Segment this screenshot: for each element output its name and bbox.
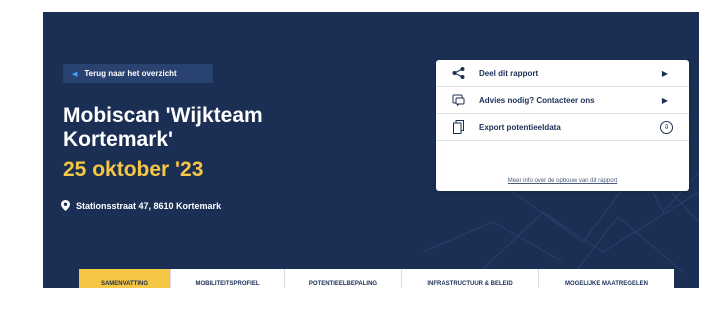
tab-potentieelbepaling[interactable]: POTENTIEELBEPALING xyxy=(285,269,402,288)
chevron-left-icon: ◀ xyxy=(72,70,78,78)
contact-advice-label: Advies nodig? Contacteer ons xyxy=(479,95,595,105)
share-icon xyxy=(451,66,465,80)
export-data-label: Export potentieeldata xyxy=(479,122,561,132)
address-text: Stationsstraat 47, 8610 Kortemark xyxy=(76,200,222,211)
page-title: Mobiscan 'Wijkteam Kortemark' xyxy=(63,104,263,151)
contact-advice-item[interactable]: Advies nodig? Contacteer ons ▶ xyxy=(436,87,689,114)
address: Stationsstraat 47, 8610 Kortemark xyxy=(61,200,221,211)
report-tabs: SAMENVATTING MOBILITEITSPROFIEL POTENTIE… xyxy=(79,269,674,288)
play-arrow-icon: ▶ xyxy=(661,68,668,78)
document-icon xyxy=(451,120,465,134)
play-arrow-icon: ▶ xyxy=(661,95,668,105)
share-report-item[interactable]: Deel dit rapport ▶ xyxy=(436,60,689,87)
tab-mobiliteitsprofiel[interactable]: MOBILITEITSPROFIEL xyxy=(171,269,285,288)
location-pin-icon xyxy=(61,200,70,211)
report-info-link[interactable]: Meer info over de opbouw van dit rapport xyxy=(436,178,689,184)
export-data-item[interactable]: Export potentieeldata ⇩ xyxy=(436,114,689,141)
tab-mogelijke-maatregelen[interactable]: MOGELIJKE MAATREGELEN xyxy=(539,269,674,288)
chat-icon xyxy=(451,93,465,107)
tab-infrastructuur-beleid[interactable]: INFRASTRUCTUUR & BELEID xyxy=(402,269,539,288)
actions-panel: Deel dit rapport ▶ Advies nodig? Contact… xyxy=(436,60,689,191)
report-date: 25 oktober '23 xyxy=(63,158,204,181)
report-header: ◀ Terug naar het overzicht Mobiscan 'Wij… xyxy=(43,12,699,288)
share-report-label: Deel dit rapport xyxy=(479,68,539,78)
back-button-label: Terug naar het overzicht xyxy=(84,69,177,78)
tab-samenvatting[interactable]: SAMENVATTING xyxy=(79,269,171,288)
download-icon: ⇩ xyxy=(660,120,673,134)
back-to-overview-button[interactable]: ◀ Terug naar het overzicht xyxy=(63,64,213,83)
